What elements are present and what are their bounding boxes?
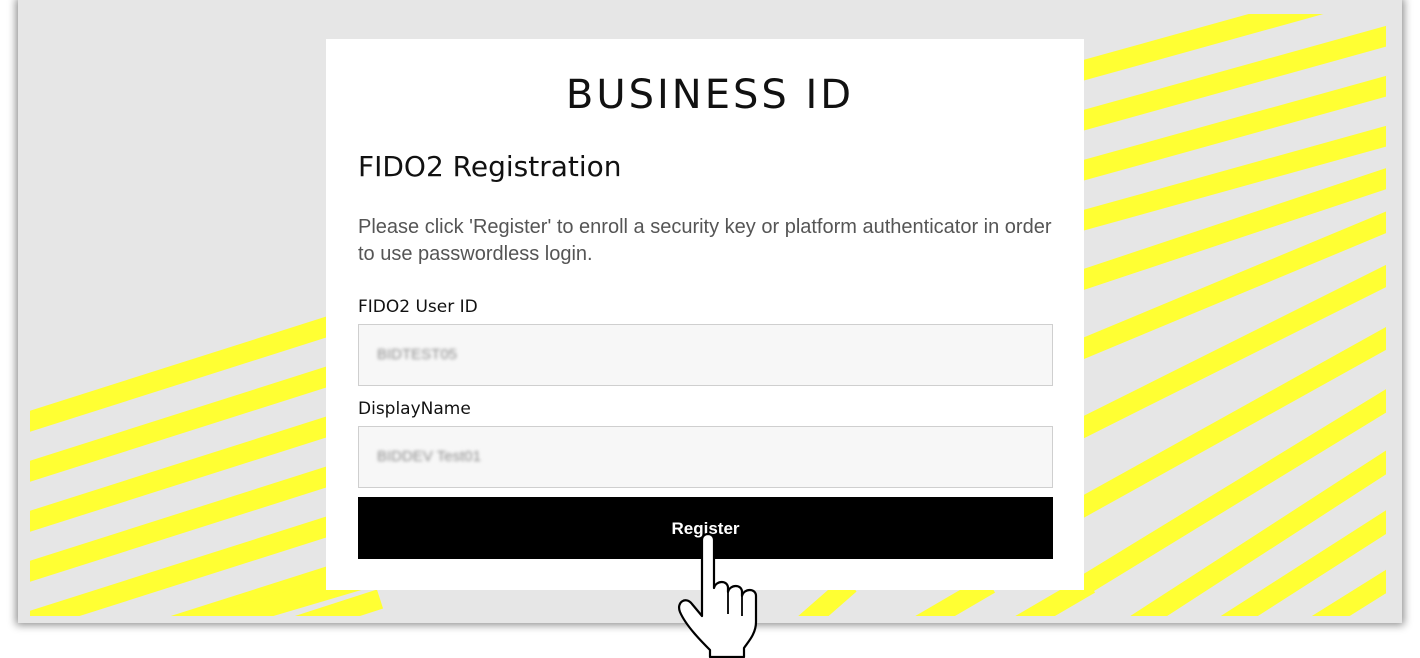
page-title: FIDO2 Registration [358,150,622,183]
display-name-label: DisplayName [358,399,471,419]
brand-title: BUSINESS ID [565,72,855,118]
display-name-value: BIDDEV Test01 [377,448,481,465]
display-name-field[interactable]: BIDDEV Test01 [358,426,1053,488]
user-id-field[interactable]: BIDTEST05 [358,324,1053,386]
user-id-value: BIDTEST05 [377,346,458,363]
hand-pointer-icon [678,532,758,658]
page-description: Please click 'Register' to enroll a secu… [358,216,1052,265]
user-id-label: FIDO2 User ID [358,297,478,317]
